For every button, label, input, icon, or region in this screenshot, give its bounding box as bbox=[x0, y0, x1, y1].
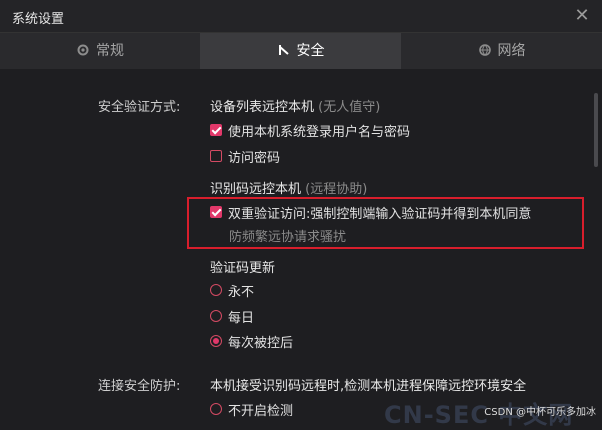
checkbox[interactable] bbox=[210, 124, 222, 136]
option-label: 双重验证访问:强制控制端输入验证码并得到本机同意 bbox=[228, 206, 532, 222]
code-update-heading: 验证码更新 bbox=[210, 261, 276, 276]
option-two-factor[interactable]: 双重验证访问:强制控制端输入验证码并得到本机同意 bbox=[210, 203, 532, 222]
device-list-heading: 设备列表远控本机 (无人值守) bbox=[210, 96, 380, 115]
tab-label: 安全 bbox=[296, 43, 325, 59]
tab-security[interactable]: 安全 bbox=[200, 33, 401, 69]
checkbox[interactable] bbox=[210, 206, 222, 218]
tab-bar: 常规 安全 网络 bbox=[0, 32, 602, 70]
shield-icon bbox=[278, 45, 289, 55]
option-label: 每日 bbox=[228, 310, 255, 326]
radio-daily[interactable]: 每日 bbox=[210, 307, 255, 326]
two-factor-subtext: 防频繁远协请求骚扰 bbox=[229, 230, 347, 245]
radio-no-detection[interactable]: 不开启检测 bbox=[210, 400, 294, 419]
radio-after-each-control[interactable]: 每次被控后 bbox=[210, 332, 294, 351]
radio-button[interactable] bbox=[210, 284, 222, 296]
close-icon[interactable]: ✕ bbox=[572, 6, 592, 26]
radio-button[interactable] bbox=[210, 403, 222, 415]
connection-description: 本机接受识别码远程时,检测本机进程保障远控环境安全 bbox=[210, 379, 527, 394]
tab-general[interactable]: 常规 bbox=[0, 33, 200, 69]
radio-never[interactable]: 永不 bbox=[210, 281, 255, 300]
window-title: 系统设置 bbox=[12, 12, 65, 27]
tab-network[interactable]: 网络 bbox=[401, 33, 602, 69]
option-label: 每次被控后 bbox=[228, 335, 294, 351]
watermark-csdn: CSDN @中杯可乐多加冰 bbox=[484, 407, 596, 418]
id-code-note: (远程协助) bbox=[305, 182, 368, 197]
option-label: 访问密码 bbox=[228, 150, 281, 166]
option-label: 不开启检测 bbox=[228, 403, 294, 419]
device-list-note: (无人值守) bbox=[318, 100, 381, 115]
checkbox[interactable] bbox=[210, 150, 222, 162]
option-system-login[interactable]: 使用本机系统登录用户名与密码 bbox=[210, 121, 411, 140]
tab-label: 常规 bbox=[96, 43, 124, 59]
option-label: 永不 bbox=[228, 284, 255, 300]
option-access-password[interactable]: 访问密码 bbox=[210, 147, 281, 166]
tab-label: 网络 bbox=[497, 43, 526, 59]
id-code-title: 识别码远控本机 bbox=[210, 182, 302, 197]
scrollbar[interactable] bbox=[594, 93, 598, 167]
radio-button[interactable] bbox=[210, 335, 222, 347]
option-label: 使用本机系统登录用户名与密码 bbox=[228, 124, 411, 140]
title-bar: 系统设置 ✕ bbox=[0, 0, 602, 32]
gear-icon bbox=[77, 44, 89, 56]
device-list-title: 设备列表远控本机 bbox=[210, 100, 315, 115]
globe-icon bbox=[478, 44, 491, 56]
security-section-label: 安全验证方式: bbox=[98, 100, 181, 115]
id-code-heading: 识别码远控本机 (远程协助) bbox=[210, 178, 367, 197]
settings-content: 安全验证方式: 设备列表远控本机 (无人值守) 使用本机系统登录用户名与密码 访… bbox=[0, 69, 602, 429]
radio-button[interactable] bbox=[210, 310, 222, 322]
connection-section-label: 连接安全防护: bbox=[98, 379, 181, 394]
